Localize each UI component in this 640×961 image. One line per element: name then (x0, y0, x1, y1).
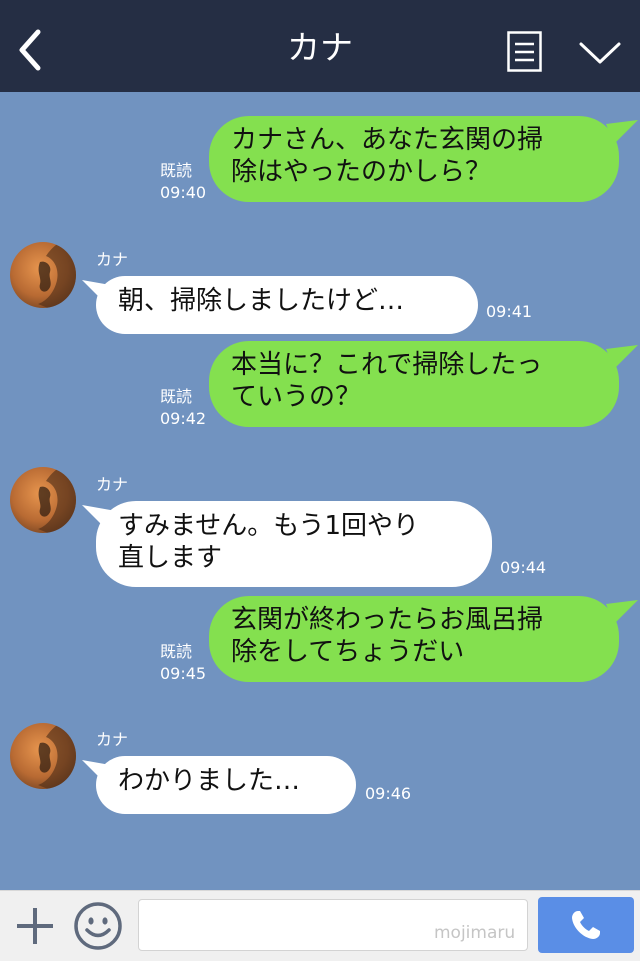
sender-name: カナ (96, 730, 129, 749)
avatar[interactable] (10, 242, 76, 308)
read-receipt: 既読 (160, 642, 193, 661)
message-line: ていうの？ (231, 382, 362, 412)
message-time: 09:45 (160, 664, 207, 683)
bubble-tail (606, 345, 638, 369)
avatar[interactable] (10, 723, 76, 789)
sender-name: カナ (96, 475, 129, 494)
sender-name: カナ (96, 250, 129, 269)
message-line: 玄関が終わったらお風呂掃 (231, 605, 544, 635)
message-time: 09:41 (486, 302, 533, 321)
outgoing-message-bubble[interactable]: 玄関が終わったらお風呂掃 除をしてちょうだい (209, 596, 619, 682)
chat-header: カナ (0, 0, 640, 92)
plus-icon[interactable] (14, 905, 56, 947)
bubble-tail (606, 120, 638, 144)
message-status: 既読 09:45 (160, 641, 206, 685)
chevron-down-icon[interactable] (578, 40, 622, 66)
message-line: 直します (118, 543, 223, 573)
bubble-tail (606, 600, 638, 624)
message-line: 除をしてちょうだい (231, 637, 465, 667)
message-input-bar: mojimaru (0, 890, 640, 961)
menu-list-icon[interactable] (507, 31, 542, 72)
message-time: 09:46 (365, 784, 412, 803)
message-time: 09:40 (160, 183, 207, 202)
phone-icon (572, 911, 600, 939)
incoming-message-bubble[interactable]: 朝、掃除しましたけど… (96, 276, 478, 334)
chat-area: 既読 09:40 カナさん、あなた玄関の掃 除はやったのかしら？ カナ 朝、掃除… (0, 92, 640, 890)
read-receipt: 既読 (160, 387, 193, 406)
incoming-message-bubble[interactable]: わかりました… (96, 756, 356, 814)
outgoing-message-bubble[interactable]: 本当に？これで掃除したっ ていうの？ (209, 341, 619, 427)
message-line: すみません。もう1回やり (118, 511, 419, 541)
avatar[interactable] (10, 467, 76, 533)
call-button[interactable] (538, 897, 634, 953)
message-time: 09:42 (160, 409, 207, 428)
message-line: カナさん、あなた玄関の掃 (231, 125, 544, 155)
message-status: 既読 09:40 (160, 160, 206, 204)
incoming-message-bubble[interactable]: すみません。もう1回やり 直します (96, 501, 492, 587)
watermark: mojimaru (434, 923, 516, 943)
outgoing-message-bubble[interactable]: カナさん、あなた玄関の掃 除はやったのかしら？ (209, 116, 619, 202)
smiley-icon[interactable] (73, 901, 123, 951)
message-line: 朝、掃除しましたけど… (118, 286, 405, 316)
message-line: 本当に？これで掃除したっ (231, 350, 543, 380)
message-time: 09:44 (500, 558, 547, 577)
message-line: わかりました… (118, 766, 301, 796)
chat-title: カナ (287, 28, 353, 67)
read-receipt: 既読 (160, 161, 193, 180)
message-line: 除はやったのかしら？ (231, 157, 492, 187)
message-status: 既読 09:42 (160, 386, 206, 430)
